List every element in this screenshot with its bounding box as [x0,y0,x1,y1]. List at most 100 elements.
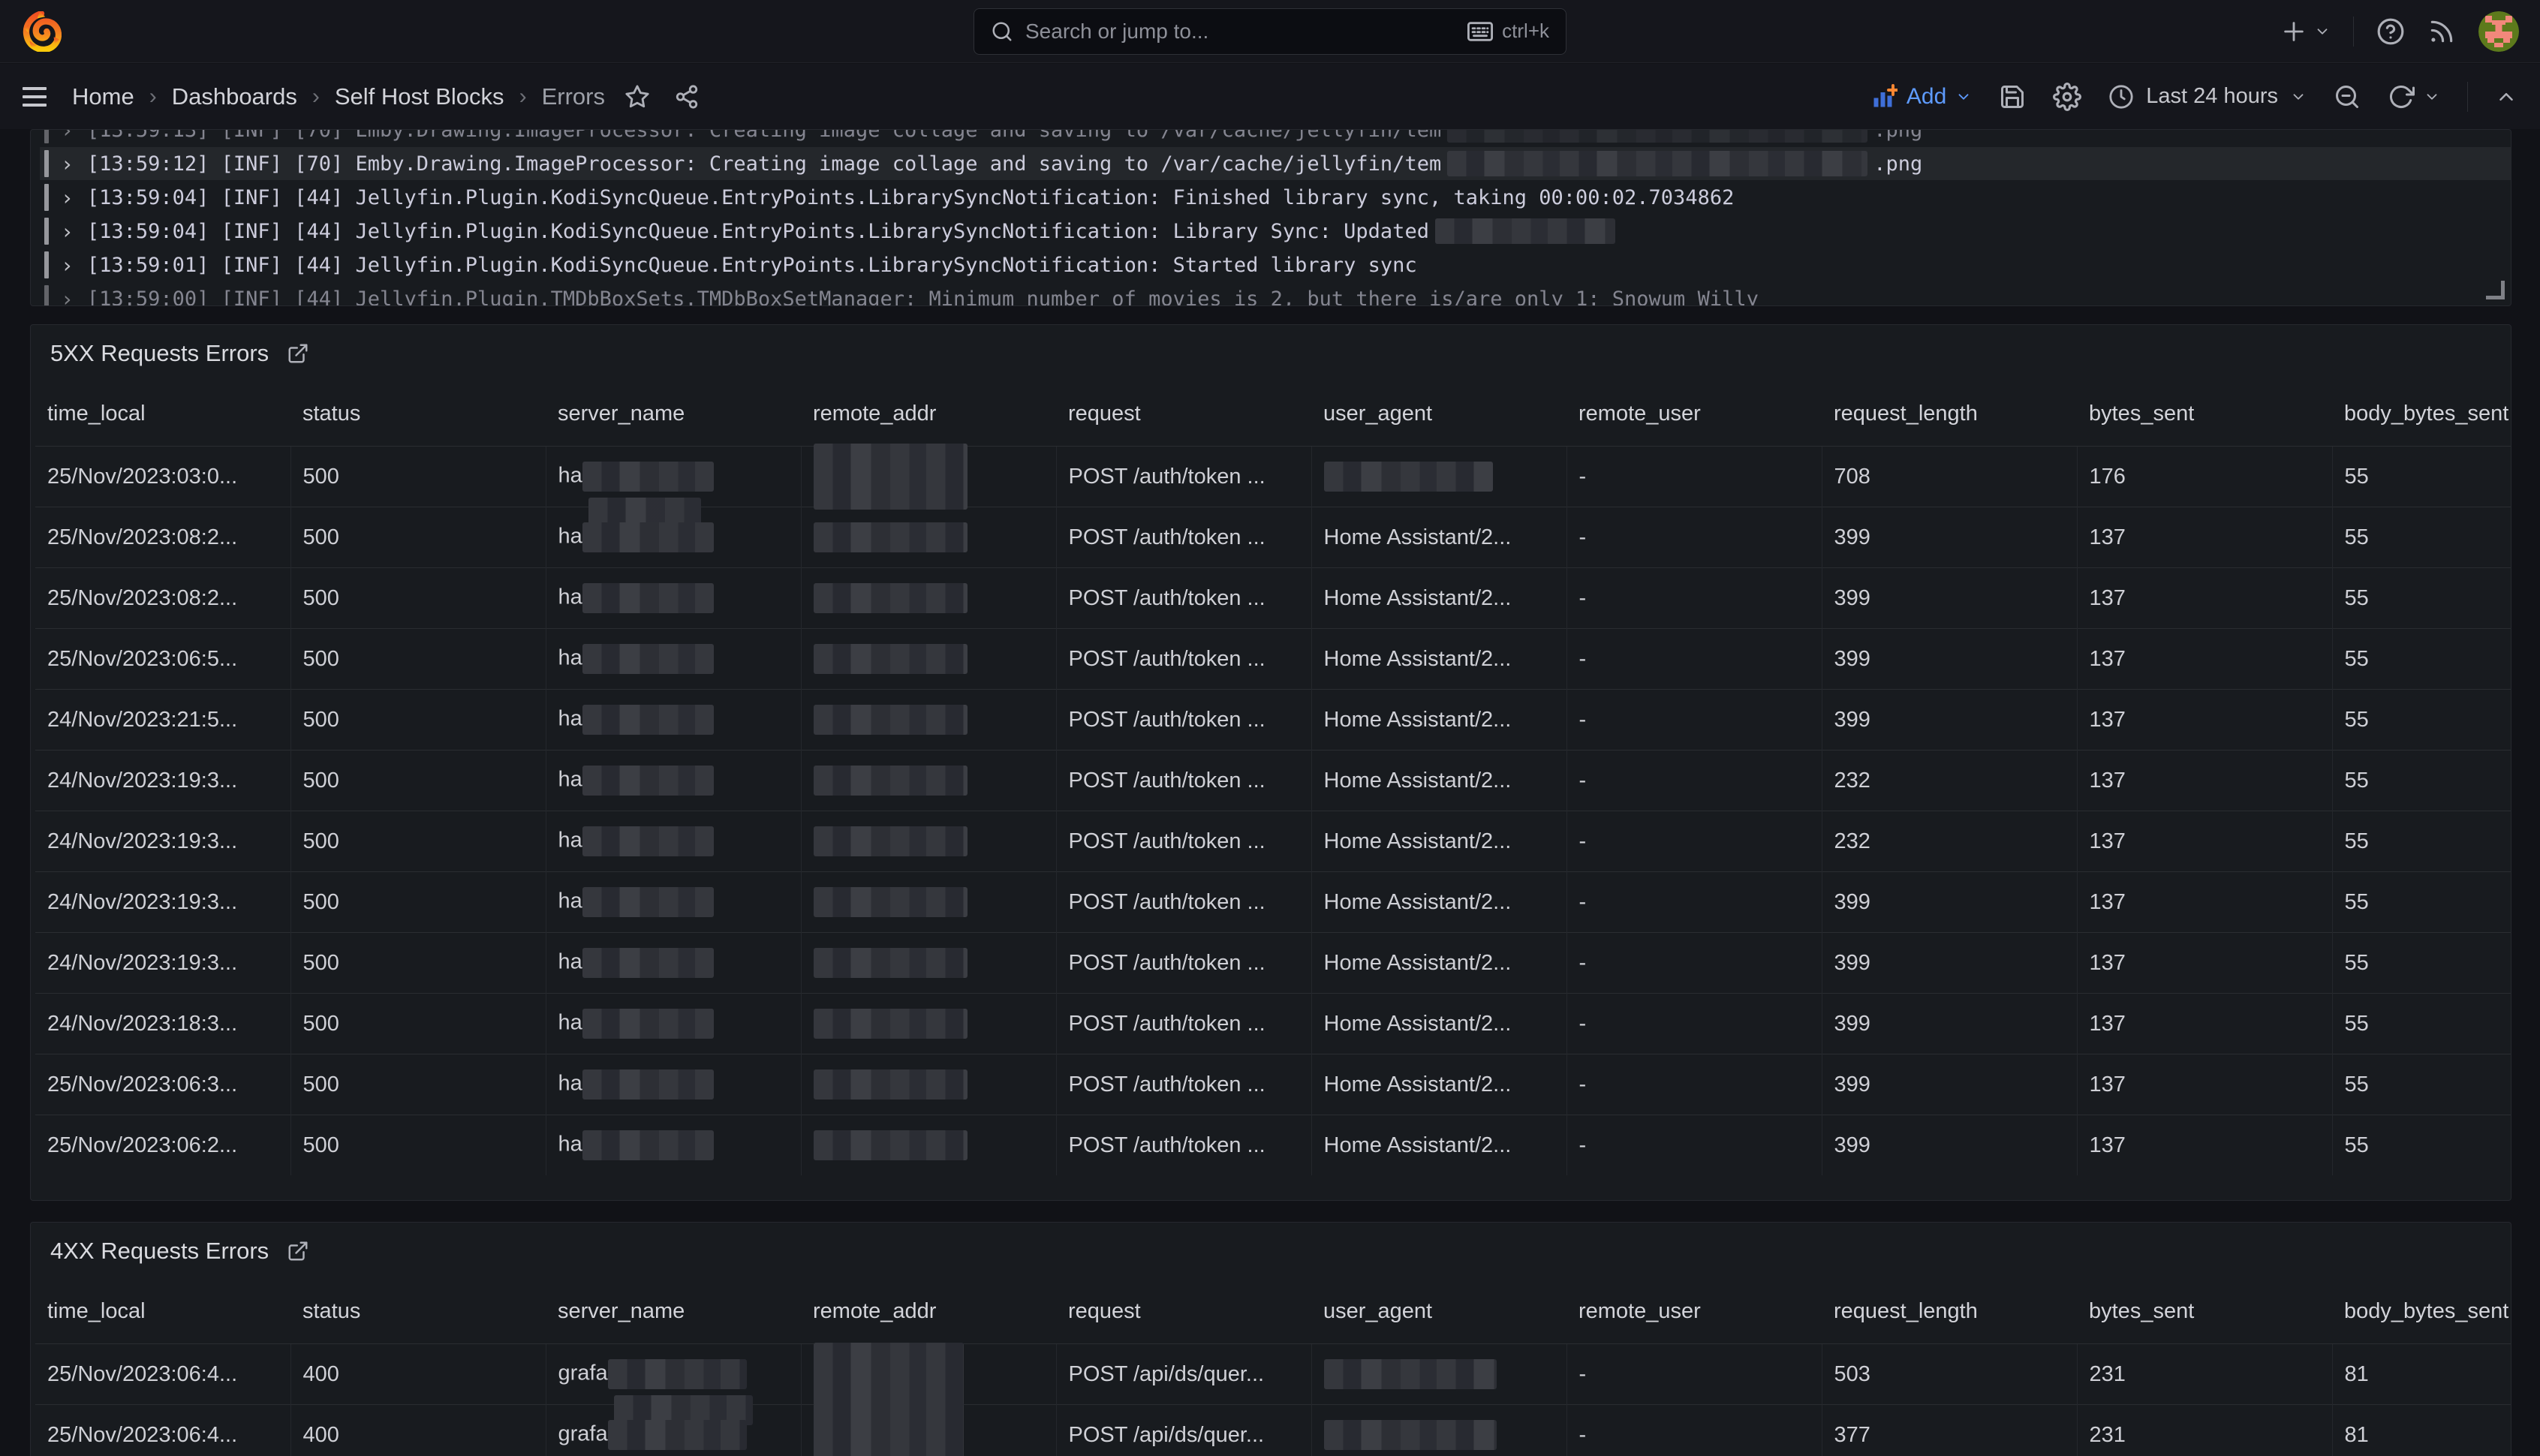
table-row: 24/Nov/2023:19:3...500haPOST /auth/token… [35,933,2511,994]
column-header-status[interactable]: status [290,1281,546,1344]
help-button[interactable] [2376,17,2405,46]
column-header-status[interactable]: status [290,384,546,447]
cell-remote_addr [801,1405,1056,1456]
cell-status: 400 [290,1344,546,1405]
add-panel-button[interactable]: Add [1870,83,1972,110]
log-text: [13:59:01] [INF] [44] Jellyfin.Plugin.Ko… [87,254,1417,277]
menu-toggle-button[interactable] [23,87,47,107]
column-header-user_agent[interactable]: user_agent [1311,384,1566,447]
column-header-user_agent[interactable]: user_agent [1311,1281,1566,1344]
refresh-button[interactable] [2388,83,2440,110]
redacted-text [582,705,714,735]
cell-status: 500 [290,933,546,994]
redacted-text [814,1009,968,1039]
column-header-request[interactable]: request [1056,384,1311,447]
dashboard-settings-button[interactable] [2053,83,2081,111]
column-header-request_length[interactable]: request_length [1822,1281,2077,1344]
search-icon [991,20,1013,43]
share-button[interactable] [674,84,700,110]
log-text: .png [1873,130,1922,142]
log-level-bar [44,218,49,245]
rss-icon [2427,17,2456,46]
cell-remote_addr [801,933,1056,994]
column-header-remote_addr[interactable]: remote_addr [801,1281,1056,1344]
cell-server_name: ha [546,872,801,933]
column-header-bytes_sent[interactable]: bytes_sent [2077,1281,2332,1344]
cell-remote_user: - [1566,1405,1822,1456]
log-text: [13:59:04] [INF] [44] Jellyfin.Plugin.Ko… [87,186,1734,209]
breadcrumb-dashboards[interactable]: Dashboards [172,83,297,110]
log-expand-chevron-icon[interactable]: › [61,253,74,278]
redacted-text [582,522,714,552]
cell-request_length: 399 [1822,629,2077,690]
new-button[interactable] [2281,19,2331,44]
user-avatar[interactable] [2478,11,2519,52]
redacted-text [814,1130,968,1160]
collapse-toolbar-button[interactable] [2495,86,2517,108]
log-expand-chevron-icon[interactable]: › [61,219,74,244]
cell-remote_addr [801,994,1056,1054]
errors-table-4xx: time_localstatusserver_nameremote_addrre… [35,1281,2511,1456]
cell-body_bytes_sent: 55 [2332,507,2511,568]
column-header-request[interactable]: request [1056,1281,1311,1344]
cell-remote_user: - [1566,629,1822,690]
log-text: [13:59:04] [INF] [44] Jellyfin.Plugin.Ko… [87,220,1429,243]
cell-request_length: 399 [1822,568,2077,629]
errors-table-5xx: time_localstatusserver_nameremote_addrre… [35,384,2511,1175]
panel-4xx-requests-errors: 4XX Requests Errors time_localstatusserv… [30,1222,2511,1456]
column-header-request_length[interactable]: request_length [1822,384,2077,447]
log-text: [13:59:00] [INF] [44] Jellyfin.Plugin.TM… [87,287,1759,306]
column-header-remote_addr[interactable]: remote_addr [801,384,1056,447]
grafana-logo[interactable] [21,11,62,52]
column-header-time_local[interactable]: time_local [35,1281,290,1344]
panel-resize-handle[interactable] [2486,281,2505,299]
column-header-remote_user[interactable]: remote_user [1566,1281,1822,1344]
search-input[interactable]: Search or jump to... ctrl+k [974,8,1566,55]
cell-user_agent: Home Assistant/2... [1311,751,1566,811]
log-row[interactable]: › [13:59:04] [INF] [44] Jellyfin.Plugin.K… [40,215,2511,248]
column-header-body_bytes_sent[interactable]: body_bytes_sent [2332,1281,2511,1344]
cell-server_name: ha [546,629,801,690]
external-link-icon[interactable] [287,1240,309,1262]
zoom-out-time-button[interactable] [2334,83,2361,110]
cell-body_bytes_sent: 81 [2332,1344,2511,1405]
log-text: .png [1873,152,1922,176]
cell-status: 500 [290,1115,546,1176]
cell-user_agent: Home Assistant/2... [1311,690,1566,751]
cell-request: POST /auth/token ... [1056,629,1311,690]
favorite-button[interactable] [624,84,650,110]
panel-title[interactable]: 5XX Requests Errors [50,340,269,367]
log-expand-chevron-icon[interactable]: › [61,185,74,210]
save-dashboard-button[interactable] [1999,83,2026,110]
column-header-remote_user[interactable]: remote_user [1566,384,1822,447]
log-row[interactable]: › [13:59:04] [INF] [44] Jellyfin.Plugin.K… [40,181,2511,214]
log-expand-chevron-icon[interactable]: › [61,287,74,306]
panel-title[interactable]: 4XX Requests Errors [50,1238,269,1265]
news-button[interactable] [2427,17,2456,46]
cell-bytes_sent: 137 [2077,811,2332,872]
column-header-server_name[interactable]: server_name [546,1281,801,1344]
log-expand-chevron-icon[interactable]: › [61,152,74,176]
column-header-server_name[interactable]: server_name [546,384,801,447]
log-row[interactable]: ›[13:59:12] [INF] [70] Emby.Drawing.Imag… [40,147,2511,180]
column-header-time_local[interactable]: time_local [35,384,290,447]
column-header-body_bytes_sent[interactable]: body_bytes_sent [2332,384,2511,447]
table-wrap: time_localstatusserver_nameremote_addrre… [35,1281,2511,1456]
log-row[interactable]: › [13:59:01] [INF] [44] Jellyfin.Plugin.K… [40,248,2511,281]
cell-remote_addr [801,507,1056,568]
column-header-bytes_sent[interactable]: bytes_sent [2077,384,2332,447]
breadcrumb-home[interactable]: Home [72,83,134,110]
cell-bytes_sent: 176 [2077,447,2332,507]
external-link-icon[interactable] [287,342,309,365]
log-row[interactable]: › [13:59:13] [INF] [70] Emby.Drawing.Imag… [40,130,2511,146]
table-row: 24/Nov/2023:19:3...500haPOST /auth/token… [35,751,2511,811]
time-range-picker[interactable]: Last 24 hours [2108,84,2307,110]
cell-request_length: 708 [1822,447,2077,507]
cell-time_local: 24/Nov/2023:19:3... [35,872,290,933]
breadcrumb-folder[interactable]: Self Host Blocks [335,83,504,110]
log-text: [13:59:13] [INF] [70] Emby.Drawing.Image… [87,130,1441,142]
redacted-text [582,1009,714,1039]
log-expand-chevron-icon[interactable]: › [61,130,74,143]
redacted-text [814,1343,964,1406]
log-row[interactable]: › [13:59:00] [INF] [44] Jellyfin.Plugin.T… [40,282,2511,305]
